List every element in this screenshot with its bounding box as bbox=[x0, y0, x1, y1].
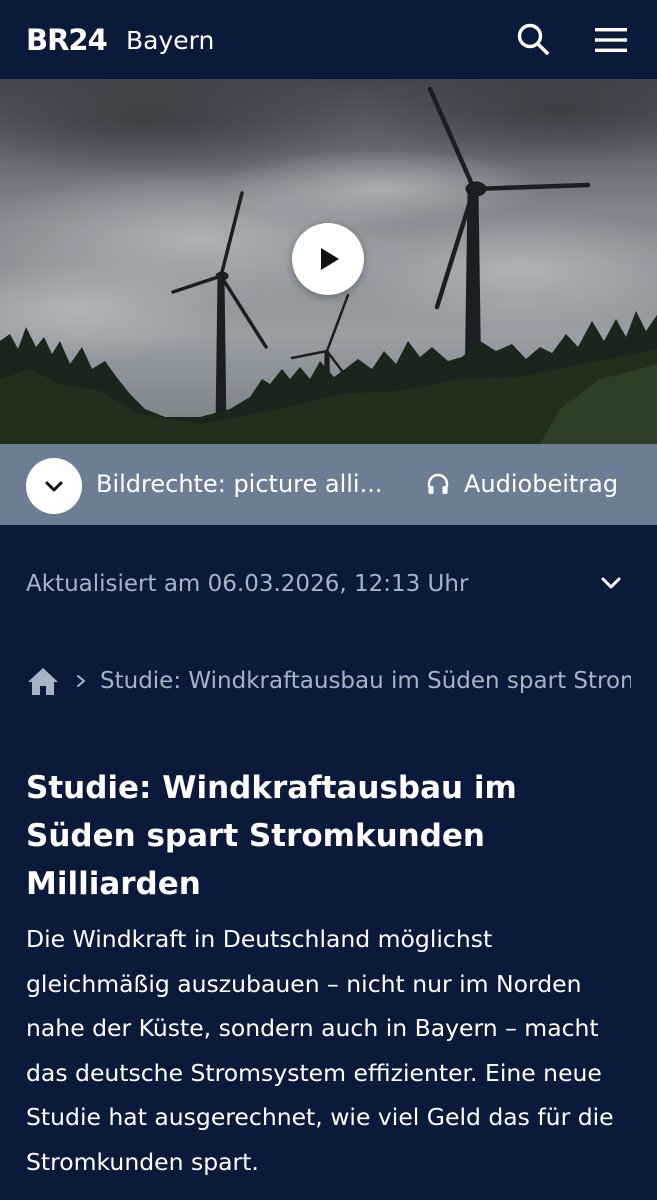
headphones-icon bbox=[427, 473, 449, 494]
br24-logo[interactable]: BR24 bbox=[26, 22, 108, 58]
breadcrumb-separator bbox=[74, 672, 88, 690]
search-icon bbox=[517, 23, 549, 55]
article-title: Studie: Windkraftausbau im Süden spart S… bbox=[26, 770, 517, 902]
play-icon bbox=[321, 248, 339, 270]
updated-timestamp: Aktualisiert am 06.03.2026, 12:13 Uhr bbox=[26, 571, 469, 597]
menu-button[interactable] bbox=[592, 22, 630, 58]
updated-details-toggle[interactable] bbox=[596, 568, 626, 598]
audio-article-label: Audiobeitrag bbox=[464, 470, 619, 498]
image-caption-bar: Bildrechte: picture alli... Audiobeitrag bbox=[0, 444, 657, 525]
home-icon bbox=[28, 668, 58, 695]
breadcrumb-home-link[interactable] bbox=[26, 662, 60, 700]
chevron-down-icon bbox=[601, 577, 621, 589]
play-video-button[interactable] bbox=[292, 223, 364, 295]
hero-image[interactable] bbox=[0, 79, 657, 444]
audio-article-link[interactable]: Audiobeitrag bbox=[426, 464, 618, 504]
region-label[interactable]: Bayern bbox=[126, 22, 214, 58]
breadcrumb: Studie: Windkraftausbau im Süden spart S… bbox=[26, 658, 631, 704]
chevron-down-icon bbox=[45, 481, 63, 492]
hamburger-menu-icon bbox=[595, 28, 627, 52]
image-credit: Bildrechte: picture alli... bbox=[96, 470, 383, 498]
caption-expand-button[interactable] bbox=[26, 458, 82, 514]
chevron-right-icon bbox=[77, 675, 85, 687]
article-teaser: Die Windkraft in Deutschland möglichst g… bbox=[26, 925, 614, 1176]
search-button[interactable] bbox=[514, 20, 552, 58]
top-navigation-bar: BR24 Bayern bbox=[0, 0, 657, 79]
breadcrumb-current-page: Studie: Windkraftausbau im Süden spart S… bbox=[100, 668, 631, 694]
